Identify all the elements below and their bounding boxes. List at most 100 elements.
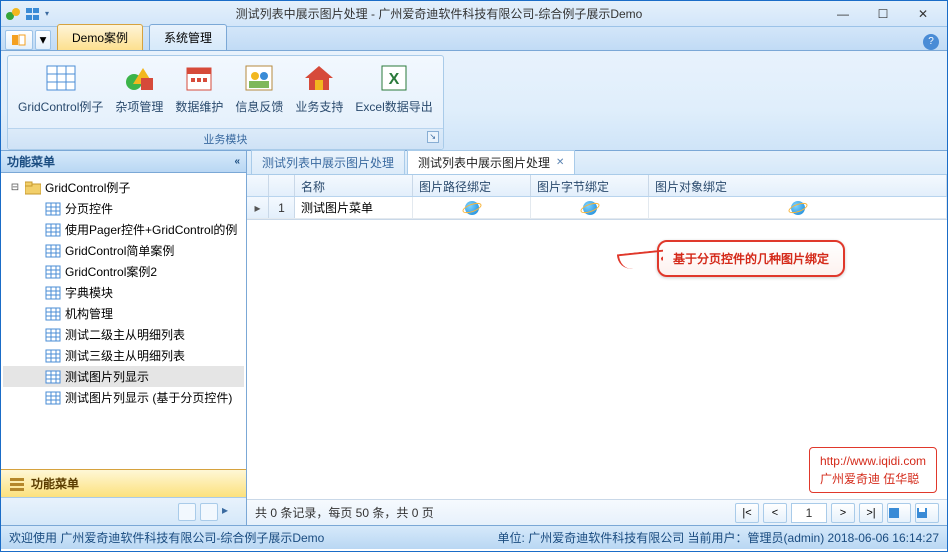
row-indicator: ▸ (247, 197, 269, 218)
tree-item[interactable]: 使用Pager控件+GridControl的例 (3, 219, 244, 240)
ribbon-group-title: 业务模块 ↘ (8, 128, 443, 149)
maximize-button[interactable]: ☐ (863, 2, 903, 26)
ribbon-support[interactable]: 业务支持 (289, 58, 349, 126)
pager: 共 0 条记录，每页 50 条，共 0 页 |< < 1 > >| (247, 499, 947, 525)
app-menu-button[interactable] (5, 30, 33, 50)
app-icon (5, 6, 21, 22)
tree-item[interactable]: 字典模块 (3, 282, 244, 303)
sidebar-more-icon[interactable]: ▸ (222, 503, 240, 521)
ribbon-label: 数据维护 (175, 98, 223, 115)
tree-item[interactable]: 测试图片列显示 (基于分页控件) (3, 387, 244, 408)
tree-item[interactable]: 测试三级主从明细列表 (3, 345, 244, 366)
document-tabs: 测试列表中展示图片处理 测试列表中展示图片处理 ✕ (247, 151, 947, 175)
tree-item[interactable]: 测试图片列显示 (3, 366, 244, 387)
minimize-button[interactable]: — (823, 2, 863, 26)
layout-icon[interactable] (25, 6, 41, 22)
expand-toggle-icon[interactable]: ⊟ (9, 182, 21, 193)
ribbon-feedback[interactable]: 信息反馈 (229, 58, 289, 126)
ribbon-group-business: GridControl例子 杂项管理 数据维护 信息反馈 业务支持 X Exce… (7, 55, 444, 150)
menu-strip: ▾ Demo案例 系统管理 ? (1, 27, 947, 51)
col-name[interactable]: 名称 (295, 175, 413, 196)
sidebar-opt-1[interactable] (178, 503, 196, 521)
pager-summary: 共 0 条记录，每页 50 条，共 0 页 (255, 504, 735, 521)
grid-small-icon (45, 370, 61, 384)
ribbon-label: 信息反馈 (235, 98, 283, 115)
help-icon[interactable]: ? (923, 34, 939, 50)
ribbon: GridControl例子 杂项管理 数据维护 信息反馈 业务支持 X Exce… (1, 51, 947, 151)
grid-small-icon (45, 244, 61, 258)
titlebar-quick-icons: ▾ (5, 6, 55, 22)
pager-page-input[interactable]: 1 (791, 503, 827, 523)
tree-item[interactable]: 测试二级主从明细列表 (3, 324, 244, 345)
dropdown-arrow-icon[interactable]: ▾ (45, 6, 55, 22)
grid-header: 名称 图片路径绑定 图片字节绑定 图片对象绑定 (247, 175, 947, 197)
sidebar-opt-2[interactable] (200, 503, 218, 521)
status-right: 单位: 广州爱奇迪软件科技有限公司 当前用户：管理员(admin) 2018-0… (498, 529, 939, 546)
app-menu-dropdown[interactable]: ▾ (35, 30, 51, 50)
ribbon-excel[interactable]: X Excel数据导出 (349, 58, 438, 126)
ribbon-label: GridControl例子 (18, 98, 103, 115)
tree-item-label: 分页控件 (65, 200, 113, 217)
ribbon-misc[interactable]: 杂项管理 (109, 58, 169, 126)
ribbon-expand-icon[interactable]: ↘ (427, 131, 439, 143)
row-indicator-header (247, 175, 269, 196)
tree-item[interactable]: 分页控件 (3, 198, 244, 219)
content-area: 测试列表中展示图片处理 测试列表中展示图片处理 ✕ 名称 图片路径绑定 图片字节… (247, 151, 947, 525)
tab-system[interactable]: 系统管理 (149, 24, 227, 50)
pager-prev[interactable]: < (763, 503, 787, 523)
tree-item-label: 测试三级主从明细列表 (65, 347, 185, 364)
ie-icon (791, 201, 805, 215)
pager-next[interactable]: > (831, 503, 855, 523)
cell-path[interactable] (413, 197, 531, 218)
shapes-icon (123, 62, 155, 94)
grid-empty-area: 基于分页控件的几种图片绑定 http://www.iqidi.com 广州爱奇迪… (247, 220, 947, 499)
pager-export[interactable] (887, 503, 911, 523)
watermark: http://www.iqidi.com 广州爱奇迪 伍华聪 (809, 447, 937, 493)
col-path[interactable]: 图片路径绑定 (413, 175, 531, 196)
grid-row[interactable]: ▸ 1 测试图片菜单 (247, 197, 947, 219)
svg-text:X: X (389, 71, 400, 88)
tree-root-label: GridControl例子 (45, 179, 130, 196)
tree-item[interactable]: GridControl简单案例 (3, 240, 244, 261)
cell-bytes[interactable] (531, 197, 649, 218)
watermark-author: 广州爱奇迪 伍华聪 (820, 470, 926, 488)
ribbon-data[interactable]: 数据维护 (169, 58, 229, 126)
tree-root[interactable]: ⊟ GridControl例子 (3, 177, 244, 198)
tree-item[interactable]: GridControl案例2 (3, 261, 244, 282)
folder-icon (25, 181, 41, 195)
row-index-header (269, 175, 295, 196)
col-bytes[interactable]: 图片字节绑定 (531, 175, 649, 196)
tree-item[interactable]: 机构管理 (3, 303, 244, 324)
tree-item-label: GridControl简单案例 (65, 242, 174, 259)
tree-item-label: 测试图片列显示 (基于分页控件) (65, 389, 232, 406)
doc-tab-1[interactable]: 测试列表中展示图片处理 ✕ (407, 150, 575, 174)
tree-item-label: 测试二级主从明细列表 (65, 326, 185, 343)
ribbon-label: 杂项管理 (115, 98, 163, 115)
menu-icon (9, 476, 25, 492)
col-object[interactable]: 图片对象绑定 (649, 175, 947, 196)
grid-small-icon (45, 223, 61, 237)
data-grid: 名称 图片路径绑定 图片字节绑定 图片对象绑定 ▸ 1 测试图片菜单 (247, 175, 947, 220)
annotation-callout: 基于分页控件的几种图片绑定 (657, 240, 845, 277)
watermark-url: http://www.iqidi.com (820, 452, 926, 470)
window-controls: — ☐ ✕ (823, 2, 943, 26)
cell-object[interactable] (649, 197, 947, 218)
grid-small-icon (45, 328, 61, 342)
grid-small-icon (45, 349, 61, 363)
grid-small-icon (45, 202, 61, 216)
pager-first[interactable]: |< (735, 503, 759, 523)
collapse-icon[interactable]: « (234, 156, 240, 167)
ie-icon (583, 201, 597, 215)
doc-tab-0[interactable]: 测试列表中展示图片处理 (251, 150, 405, 174)
close-button[interactable]: ✕ (903, 2, 943, 26)
ribbon-gridcontrol[interactable]: GridControl例子 (12, 58, 109, 126)
tab-demo[interactable]: Demo案例 (57, 24, 143, 50)
tree-item-label: 使用Pager控件+GridControl的例 (65, 221, 237, 238)
calendar-icon (183, 62, 215, 94)
sidebar-section-button[interactable]: 功能菜单 (1, 469, 246, 497)
pager-save[interactable] (915, 503, 939, 523)
cell-name[interactable]: 测试图片菜单 (295, 197, 413, 218)
pager-last[interactable]: >| (859, 503, 883, 523)
tab-close-icon[interactable]: ✕ (556, 157, 564, 168)
sidebar: 功能菜单 « ⊟ GridControl例子 分页控件使用Pager控件+Gri… (1, 151, 247, 525)
